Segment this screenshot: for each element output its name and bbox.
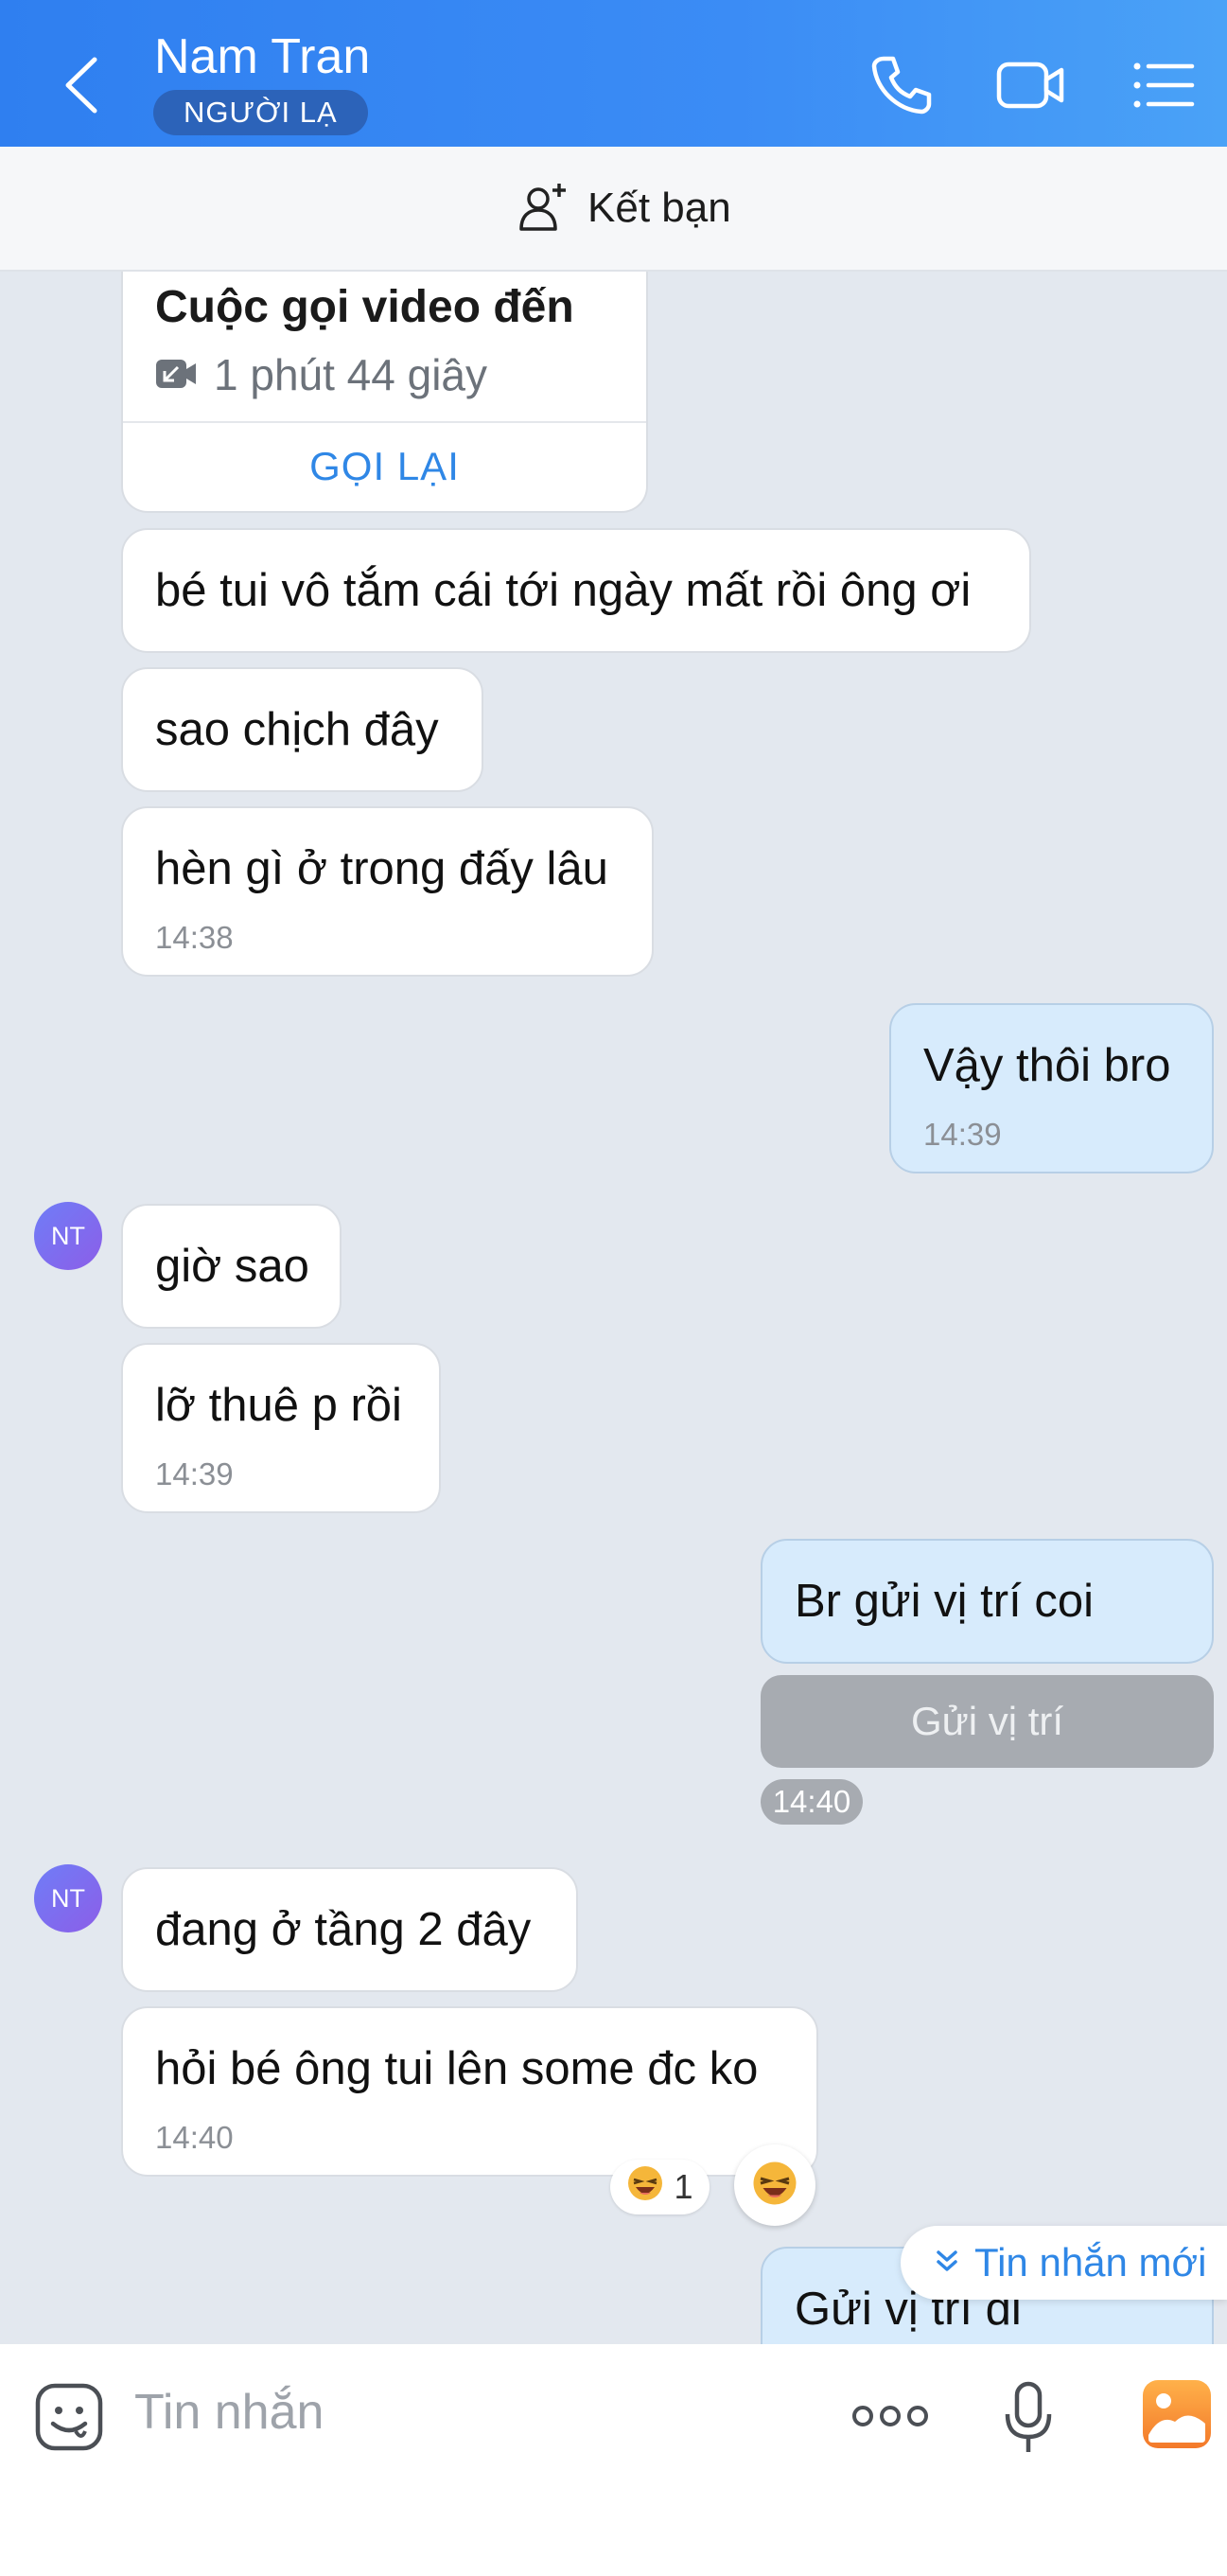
message-text: giờ sao <box>155 1241 309 1292</box>
new-messages-label: Tin nhắn mới <box>974 2240 1207 2285</box>
message-text: hèn gì ở trong đấy lâu <box>155 843 608 894</box>
message-text: đang ở tầng 2 đây <box>155 1904 532 1955</box>
message-bubble[interactable]: hỏi bé ông tui lên some đc ko 14:40 <box>121 2006 818 2177</box>
call-back-button[interactable]: GỌI LẠI <box>123 423 646 510</box>
message-bubble-outgoing[interactable]: Vậy thôi bro 14:39 <box>889 1003 1214 1173</box>
message-text: bé tui vô tắm cái tới ngày mất rồi ông ơ… <box>155 565 972 616</box>
contact-name[interactable]: Nam Tran <box>154 28 370 85</box>
back-arrow-icon[interactable] <box>59 52 106 118</box>
message-text: Vậy thôi bro <box>923 1040 1171 1091</box>
message-bubble[interactable]: sao chịch đây <box>121 667 483 792</box>
laughing-face-icon <box>751 2160 798 2212</box>
message-input-bar: Tin nhắn <box>0 2344 1227 2576</box>
message-text: lỡ thuê p rồi <box>155 1380 402 1431</box>
new-messages-button[interactable]: Tin nhắn mới <box>901 2226 1227 2300</box>
add-friend-bar: Kết bạn <box>0 147 1227 272</box>
call-duration-row: 1 phút 44 giây <box>155 349 487 400</box>
message-text: hỏi bé ông tui lên some đc ko <box>155 2043 759 2094</box>
laughing-face-icon <box>626 2164 664 2211</box>
incoming-video-icon <box>155 349 197 400</box>
send-location-button[interactable]: Gửi vị trí <box>761 1675 1214 1768</box>
avatar[interactable]: NT <box>34 1864 102 1932</box>
message-time: 14:38 <box>155 920 234 955</box>
add-friend-button[interactable]: Kết bạn <box>516 175 731 241</box>
message-bubble[interactable]: hèn gì ở trong đấy lâu 14:38 <box>121 806 654 977</box>
add-user-icon <box>516 178 572 239</box>
react-button[interactable] <box>734 2144 815 2226</box>
call-duration: 1 phút 44 giây <box>214 350 488 399</box>
video-camera-icon[interactable] <box>993 47 1069 123</box>
image-gallery-icon[interactable] <box>1141 2378 1213 2455</box>
chat-header: Nam Tran NGƯỜI LẠ <box>0 0 1227 147</box>
more-options-icon[interactable] <box>851 2399 929 2438</box>
microphone-icon[interactable] <box>1003 2380 1054 2461</box>
call-title: Cuộc gọi video đến <box>155 282 574 332</box>
phone-icon[interactable] <box>863 47 938 123</box>
message-input[interactable]: Tin nhắn <box>134 2384 324 2441</box>
message-text: Br gửi vị trí coi <box>795 1576 1094 1627</box>
message-bubble[interactable]: lỡ thuê p rồi 14:39 <box>121 1343 441 1513</box>
sticker-icon[interactable] <box>34 2382 104 2457</box>
message-time: 14:39 <box>155 1456 234 1491</box>
message-time: 14:40 <box>155 2120 234 2155</box>
add-friend-label: Kết bạn <box>587 185 731 231</box>
message-bubble[interactable]: bé tui vô tắm cái tới ngày mất rồi ông ơ… <box>121 528 1031 653</box>
message-text: sao chịch đây <box>155 704 439 755</box>
stranger-badge: NGƯỜI LẠ <box>153 90 368 135</box>
avatar[interactable]: NT <box>34 1202 102 1270</box>
message-bubble-outgoing[interactable]: Br gửi vị trí coi <box>761 1539 1214 1664</box>
list-menu-icon[interactable] <box>1126 47 1201 123</box>
reaction-count: 1 <box>674 2167 693 2206</box>
double-chevron-down-icon <box>933 2247 961 2280</box>
reaction-summary[interactable]: 1 <box>610 2160 710 2214</box>
video-call-card: Cuộc gọi video đến 1 phút 44 giây GỌI LẠ… <box>121 272 648 513</box>
message-bubble[interactable]: đang ở tầng 2 đây <box>121 1867 578 1992</box>
message-bubble[interactable]: giờ sao <box>121 1204 342 1329</box>
message-time: 14:39 <box>923 1117 1002 1152</box>
message-time: 14:40 <box>761 1779 863 1825</box>
